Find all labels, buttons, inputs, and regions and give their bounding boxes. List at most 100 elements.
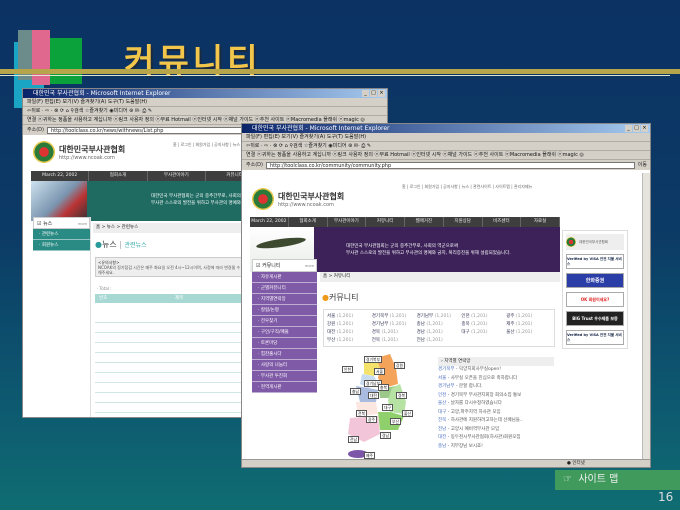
nav-item[interactable]: 협회소개 xyxy=(289,217,328,227)
news-item[interactable]: 대구 - 고양,파주지역 하사관 모임 xyxy=(438,409,554,418)
news-item[interactable]: 경기남부 - 분할 합니다. xyxy=(438,383,554,392)
map-label[interactable]: 전남 xyxy=(348,436,359,443)
map-label[interactable]: 충남 xyxy=(350,388,361,395)
region-link[interactable]: 부산 (1,201) xyxy=(327,337,372,343)
region-link[interactable]: 경기북부 (1,201) xyxy=(372,313,417,319)
nav-item[interactable]: 지원상담 xyxy=(444,217,483,227)
toolbar[interactable]: ⇦뒤로 · ⇨ · ⊗ ⟳ ⌂ ⚲검색 ☆즐겨찾기 ◉미디어 ⊛ ✉· ⎙ ✎ xyxy=(23,107,387,116)
map-label[interactable]: 경남 xyxy=(380,432,391,439)
nav-item[interactable]: 웹매거진 xyxy=(405,217,444,227)
menu-bar[interactable]: 파일(F) 편집(E) 보기(V) 즐겨찾기(A) 도구(T) 도움말(H) xyxy=(242,133,650,142)
sidebar-item[interactable]: · 자유게시판 xyxy=(252,272,317,283)
menu-bar[interactable]: 파일(F) 편집(E) 보기(V) 즐겨찾기(A) 도구(T) 도움말(H) xyxy=(23,98,387,107)
region-link[interactable]: 강원 (1,201) xyxy=(327,321,372,327)
news-item[interactable]: 인천 - 경기북부 부사관지회장 회의소집 통보 xyxy=(438,392,554,401)
sidebar-item[interactable]: · 군별커뮤니티 xyxy=(252,283,317,294)
region-link[interactable]: 인천 (1,201) xyxy=(461,313,506,319)
news-item[interactable]: 울산 - 날자를 다시수정하였습니다 xyxy=(438,400,554,409)
news-item[interactable]: 전남 - 고양시 예비역부사관 모임 xyxy=(438,426,554,435)
sidebar: ☑ 뉴스 more · 관련뉴스 · 회원뉴스 xyxy=(33,217,91,417)
map-label[interactable]: 부산 xyxy=(390,418,401,425)
sidebar-item[interactable]: · 칼럼/논평 xyxy=(252,305,317,316)
ad-visa-2[interactable]: Verified by VISA 안전 지불 서비스 xyxy=(566,330,624,345)
region-link[interactable]: 경기남부 (1,201) xyxy=(417,313,462,319)
more-link[interactable]: more xyxy=(78,218,89,230)
map-label[interactable]: 서울 xyxy=(374,368,385,375)
region-link[interactable]: 경기남부 (1,201) xyxy=(372,321,417,327)
region-link[interactable]: 충남 (1,201) xyxy=(417,321,462,327)
ad-visa[interactable]: Verified by VISA 안전 지불 서비스 xyxy=(566,254,624,269)
go-button[interactable]: 이동 xyxy=(638,160,650,170)
map-label[interactable]: 강원 xyxy=(394,362,405,369)
region-link[interactable]: 전남 (1,201) xyxy=(417,337,462,343)
sidebar-item[interactable]: · 현역게시판 xyxy=(252,382,317,393)
region-link[interactable]: 광주 (1,201) xyxy=(506,313,551,319)
ad-hanwha[interactable]: 한화증권 xyxy=(566,273,624,288)
site-name: 대한민국부사관협회 xyxy=(59,144,126,154)
map-label[interactable]: 제주 xyxy=(364,452,375,459)
sidebar-item[interactable]: · 사랑의 나눔터 xyxy=(252,360,317,371)
site-logo[interactable]: 대한민국부사관협회 http://www.ncoak.com xyxy=(33,141,125,163)
banner: 대한민국 부사관협회는 군의 중추간부로, 사회의 역군으로써 부사관 스스로의 … xyxy=(314,227,560,272)
close-button[interactable]: × xyxy=(378,90,385,97)
region-link[interactable]: 울산 (1,201) xyxy=(506,329,551,335)
top-links[interactable]: 홈 | 로그인 | 회원가입 | 공지사항 | 뉴스 | 관련사이트 | 사이트… xyxy=(402,184,532,190)
nav-item[interactable]: 커뮤니티 xyxy=(366,217,405,227)
site-logo[interactable]: 대한민국부사관협회 http://www.ncoak.com xyxy=(252,188,344,210)
region-link[interactable]: 경남 (1,201) xyxy=(417,329,462,335)
sidebar-item[interactable]: · 회원뉴스 xyxy=(33,240,90,251)
sidebar-item[interactable]: · 부사관 투진회 xyxy=(252,371,317,382)
news-item[interactable]: 전북 - 하사관에 지원하려고하는데 선배님들.. xyxy=(438,417,554,426)
map-label[interactable]: 울산 xyxy=(402,410,413,417)
region-link[interactable]: 제주 (1,201) xyxy=(506,321,551,327)
address-input[interactable]: http://toolclass.co.kr/community/communi… xyxy=(265,161,635,169)
map-label[interactable]: 인천 xyxy=(342,366,353,373)
sidebar-item[interactable]: · 토론마당 xyxy=(252,338,317,349)
sidebar-item[interactable]: · 관련뉴스 xyxy=(33,229,90,240)
sidebar-item[interactable]: · 구인/구직/매물 xyxy=(252,327,317,338)
title-bar[interactable]: 대한민국 부사관협회 - Microsoft Internet Explorer… xyxy=(242,124,650,133)
maximize-button[interactable]: □ xyxy=(370,90,377,97)
news-item[interactable]: 서울 - 사무실 오픈을 진심으로 축하합니다 xyxy=(438,375,554,384)
title-divider xyxy=(0,69,680,74)
map-label[interactable]: 대전 xyxy=(368,392,379,399)
map-label[interactable]: 충북 xyxy=(378,384,389,391)
site-url: http://www.ncoak.com xyxy=(59,154,115,161)
partner-logo: 대한민국부사관협회 xyxy=(566,234,624,250)
scrollbar[interactable] xyxy=(642,173,650,461)
minimize-button[interactable]: _ xyxy=(362,90,369,97)
sidebar-header: ☑ 뉴스 more xyxy=(33,217,90,229)
minimize-button[interactable]: _ xyxy=(625,125,632,132)
map-label[interactable]: 광주 xyxy=(366,416,377,423)
ad-bigtrust[interactable]: BIG Trust 우수제품 보증 xyxy=(566,311,624,326)
nav-item[interactable]: 부사관이야기 xyxy=(148,171,206,181)
region-link[interactable]: 대구 (1,201) xyxy=(461,329,506,335)
sitemap-button[interactable]: ☞ 사이트 맵 xyxy=(555,470,680,490)
more-link[interactable]: more xyxy=(305,260,316,273)
sidebar-item[interactable]: · 지역별연락망 xyxy=(252,294,317,305)
region-link[interactable]: 서울 (1,201) xyxy=(327,313,372,319)
news-item[interactable]: 대전 - 동두천시부사관협회(하사관)회원모집 xyxy=(438,434,554,443)
sidebar-item[interactable]: · 전우찾기 xyxy=(252,316,317,327)
map-label[interactable]: 대구 xyxy=(382,404,393,411)
news-item[interactable]: 충남 - 지부장님 보시죠! xyxy=(438,443,554,452)
maximize-button[interactable]: □ xyxy=(633,125,640,132)
close-button[interactable]: × xyxy=(641,125,648,132)
links-bar[interactable]: 연결 ⓔ귀하는 정품을 사용하고 계십니까 ⓔ링크 사용자 정의 ⓔ무료 Hot… xyxy=(242,151,650,160)
news-item[interactable]: 경기북부 - 덕양지회사무실open! xyxy=(438,366,554,375)
nav-item[interactable]: 협회소개 xyxy=(89,171,148,181)
region-link[interactable]: 충북 (1,201) xyxy=(461,321,506,327)
nav-item[interactable]: 비즈센터 xyxy=(483,217,522,227)
region-link[interactable]: 경북 (1,201) xyxy=(372,329,417,335)
nav-item[interactable]: 부사관이야기 xyxy=(328,217,367,227)
sidebar-item[interactable]: · 힘찬출시다 xyxy=(252,349,317,360)
region-link[interactable]: 전북 (1,201) xyxy=(372,337,417,343)
map-label[interactable]: 경기북부 xyxy=(364,356,382,363)
region-link[interactable]: 대전 (1,201) xyxy=(327,329,372,335)
nav-item[interactable]: 자료실 xyxy=(521,217,560,227)
title-bar[interactable]: 대한민국 부사관협회 - Microsoft Internet Explorer… xyxy=(23,89,387,98)
browser-window-community[interactable]: 대한민국 부사관협회 - Microsoft Internet Explorer… xyxy=(241,123,651,468)
ad-ok[interactable]: OK 회원이세요? xyxy=(566,292,624,307)
map-label[interactable]: 경북 xyxy=(396,392,407,399)
toolbar[interactable]: ⇦뒤로 · ⇨ · ⊗ ⟳ ⌂ ⚲검색 ☆즐겨찾기 ◉미디어 ⊛ ✉· ⎙ ✎ xyxy=(242,142,650,151)
